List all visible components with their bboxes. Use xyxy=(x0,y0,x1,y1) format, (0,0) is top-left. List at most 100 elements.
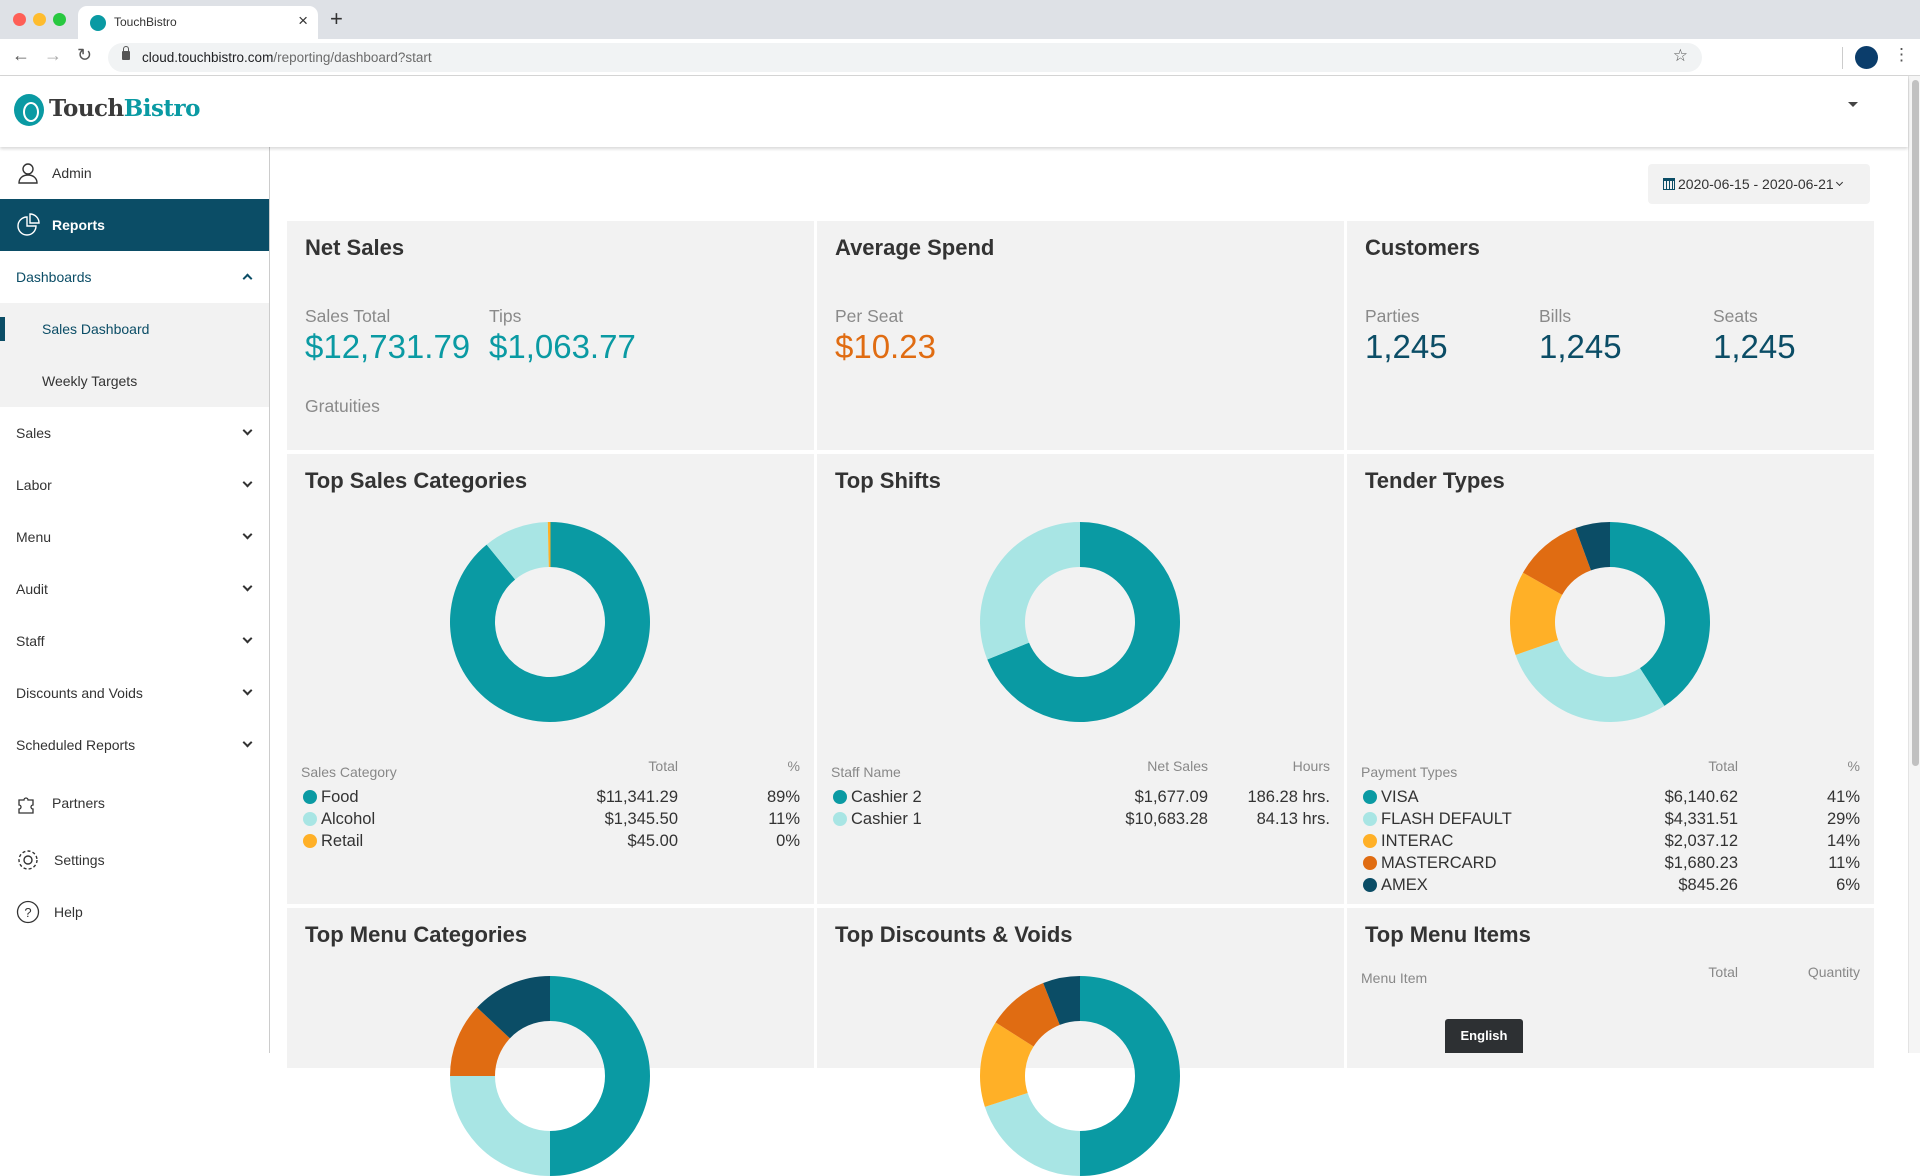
chevron-up-icon xyxy=(242,273,253,284)
table-header: Staff Name Net Sales Hours xyxy=(831,758,1330,786)
account-dropdown-caret-icon[interactable] xyxy=(1848,102,1858,107)
column-header: Payment Types xyxy=(1361,764,1458,780)
sidebar-item-label: Weekly Targets xyxy=(42,373,138,389)
donut-slice-0[interactable] xyxy=(550,976,650,1176)
row-name: FLASH DEFAULT xyxy=(1381,809,1512,828)
donut-slice-1[interactable] xyxy=(984,1092,1080,1176)
column-header: % xyxy=(1847,758,1860,774)
table-row[interactable]: MASTERCARD $1,680.23 11% xyxy=(1361,852,1860,874)
top-sales-categories-table: Sales Category Total% Food $11,341.29 89% Alc… xyxy=(301,758,800,852)
browser-menu-icon[interactable]: ⋮ xyxy=(1893,45,1910,65)
touchbistro-logo[interactable]: TouchBistro xyxy=(49,95,200,122)
seats-value: 1,245 xyxy=(1713,328,1796,365)
address-bar: ← → ↻ cloud.touchbistro.com/reporting/da… xyxy=(0,39,1920,76)
sidebar-item-scheduled-reports[interactable]: Scheduled Reports xyxy=(0,719,269,771)
donut-slice-1[interactable] xyxy=(450,1076,550,1176)
tab-title: TouchBistro xyxy=(114,15,177,29)
card-title: Customers xyxy=(1365,235,1480,260)
row-total: $1,680.23 xyxy=(1664,853,1738,872)
per-seat-label: Per Seat xyxy=(835,306,904,326)
sidebar-item-weekly-targets[interactable]: Weekly Targets xyxy=(0,355,269,407)
top-menu-items-card: Top Menu Items Menu Item Total Quantity xyxy=(1347,908,1874,1068)
sidebar-item-help[interactable]: ? Help xyxy=(0,886,269,938)
table-row[interactable]: VISA $6,140.62 41% xyxy=(1361,786,1860,808)
column-header: Total xyxy=(1708,758,1738,774)
row-name: Alcohol xyxy=(321,809,376,828)
bookmark-star-icon[interactable]: ☆ xyxy=(1673,46,1688,66)
date-range-picker[interactable]: 2020-06-15 - 2020-06-21 xyxy=(1648,164,1870,204)
column-header: Total xyxy=(648,758,678,774)
sidebar-item-settings[interactable]: Settings xyxy=(0,834,269,886)
table-row[interactable]: Retail $45.00 0% xyxy=(301,830,800,852)
row-total: $2,037.12 xyxy=(1664,831,1738,850)
tips-value: $1,063.77 xyxy=(489,328,636,365)
sidebar-item-label: Help xyxy=(54,904,83,920)
sidebar-item-sales-dashboard[interactable]: Sales Dashboard xyxy=(0,303,269,355)
sidebar-item-label: Partners xyxy=(52,795,105,811)
column-header: % xyxy=(787,758,800,774)
sidebar-item-dashboards[interactable]: Dashboards xyxy=(0,251,269,303)
top-menu-categories-donut[interactable] xyxy=(450,976,650,1176)
table-row[interactable]: AMEX $845.26 6% xyxy=(1361,874,1860,896)
tender-types-donut[interactable] xyxy=(1510,522,1710,722)
window-close-button[interactable] xyxy=(13,13,26,26)
active-indicator xyxy=(0,317,5,341)
sidebar-item-label: Menu xyxy=(16,529,52,545)
browser-tab[interactable]: TouchBistro × xyxy=(78,6,318,39)
row-value: 29% xyxy=(1826,809,1860,828)
donut-slice-0[interactable] xyxy=(1080,976,1180,1176)
table-row[interactable]: Cashier 1 $10,683.28 84.13 hrs. xyxy=(831,808,1330,830)
sidebar-item-audit[interactable]: Audit xyxy=(0,563,269,615)
table-row[interactable]: FLASH DEFAULT $4,331.51 29% xyxy=(1361,808,1860,830)
table-row[interactable]: Cashier 2 $1,677.09 186.28 hrs. xyxy=(831,786,1330,808)
language-button[interactable]: English xyxy=(1445,1019,1523,1053)
new-tab-icon[interactable]: + xyxy=(330,6,343,32)
user-icon xyxy=(18,163,38,184)
top-shifts-donut[interactable] xyxy=(980,522,1180,722)
table-row[interactable]: Alcohol $1,345.50 11% xyxy=(301,808,800,830)
table-row[interactable]: INTERAC $2,037.12 14% xyxy=(1361,830,1860,852)
top-sales-categories-card: Top Sales Categories Sales Category Total… xyxy=(287,454,814,904)
date-range-text: 2020-06-15 - 2020-06-21 xyxy=(1678,176,1834,192)
sidebar-item-reports[interactable]: Reports xyxy=(0,199,269,251)
sidebar-item-sales[interactable]: Sales xyxy=(0,407,269,459)
chevron-down-icon xyxy=(242,477,253,488)
donut-slice-flash-default[interactable] xyxy=(1515,640,1665,722)
svg-text:?: ? xyxy=(24,905,31,920)
chevron-down-icon xyxy=(242,529,253,540)
table-row[interactable]: Food $11,341.29 89% xyxy=(301,786,800,808)
sidebar-item-admin[interactable]: Admin xyxy=(0,147,269,199)
window-minimize-button[interactable] xyxy=(33,13,46,26)
sidebar-item-discounts-and-voids[interactable]: Discounts and Voids xyxy=(0,667,269,719)
reload-icon[interactable]: ↻ xyxy=(77,45,92,66)
sidebar-item-partners[interactable]: Partners xyxy=(0,777,269,829)
forward-icon[interactable]: → xyxy=(44,45,62,66)
top-discounts-voids-donut[interactable] xyxy=(980,976,1180,1176)
sales-total-label: Sales Total xyxy=(305,306,391,326)
url-input[interactable]: cloud.touchbistro.com/reporting/dashboar… xyxy=(108,43,1702,72)
sales-total-value: $12,731.79 xyxy=(305,328,471,365)
page-scrollbar[interactable] xyxy=(1908,76,1920,1053)
sidebar-item-staff[interactable]: Staff xyxy=(0,615,269,667)
row-name: VISA xyxy=(1381,787,1419,806)
row-value: 14% xyxy=(1826,831,1860,850)
average-spend-card: Average Spend Per Seat $10.23 xyxy=(817,221,1344,450)
window-maximize-button[interactable] xyxy=(53,13,66,26)
sidebar-item-menu[interactable]: Menu xyxy=(0,511,269,563)
profile-avatar[interactable] xyxy=(1855,46,1878,69)
row-total: $10,683.28 xyxy=(1125,809,1208,828)
legend-color-dot-icon xyxy=(303,790,317,804)
donut-slice-cashier-1[interactable] xyxy=(980,522,1080,660)
back-icon[interactable]: ← xyxy=(12,45,30,66)
scrollbar-thumb[interactable] xyxy=(1912,80,1919,766)
row-total: $45.00 xyxy=(627,831,678,850)
sidebar-item-label: Reports xyxy=(52,217,105,233)
close-tab-icon[interactable]: × xyxy=(298,11,308,31)
app-header: TouchBistro xyxy=(0,76,1908,147)
row-name: Cashier 2 xyxy=(851,787,922,806)
sidebar-item-label: Scheduled Reports xyxy=(16,737,136,753)
row-name: Retail xyxy=(321,831,364,850)
sidebar-item-labor[interactable]: Labor xyxy=(0,459,269,511)
legend-color-dot-icon xyxy=(1363,834,1377,848)
top-sales-categories-donut[interactable] xyxy=(450,522,650,722)
